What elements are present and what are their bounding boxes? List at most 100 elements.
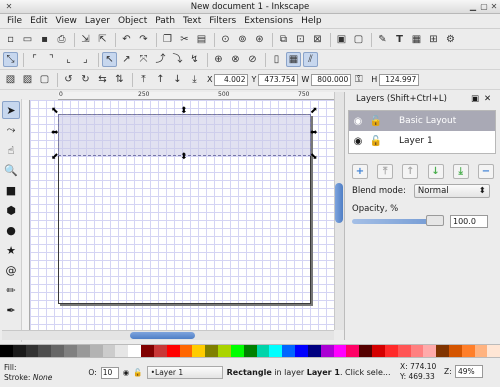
raise-icon[interactable]: ↑ xyxy=(153,72,168,87)
snap-path-icon[interactable]: ↗ xyxy=(119,52,134,67)
save-icon[interactable]: ▪ xyxy=(37,32,52,47)
rotate-ccw-icon[interactable]: ↺ xyxy=(61,72,76,87)
w-input[interactable]: 800.000 xyxy=(311,73,352,86)
snap-guide-icon[interactable]: ⫽ xyxy=(303,52,318,67)
palette-swatch[interactable] xyxy=(410,345,424,357)
cut-icon[interactable]: ✂ xyxy=(177,32,192,47)
palette-swatch[interactable] xyxy=(423,345,437,357)
palette-swatch[interactable] xyxy=(141,345,154,357)
y-input[interactable]: 473.754 xyxy=(258,73,299,86)
horizontal-scroll-thumb[interactable] xyxy=(130,332,195,339)
duplicate-icon[interactable]: ⧉ xyxy=(276,32,291,47)
tweak-tool-icon[interactable]: ☝ xyxy=(2,141,20,159)
palette-swatch[interactable] xyxy=(179,345,193,357)
lower-bottom-icon[interactable]: ⤓ xyxy=(187,72,202,87)
menu-edit[interactable]: Edit xyxy=(26,14,51,29)
palette-swatch[interactable] xyxy=(166,345,180,357)
3d-box-tool-icon[interactable]: ⬢ xyxy=(2,201,20,219)
scale-handle-sw[interactable]: ⬋ xyxy=(51,153,59,162)
h-input[interactable]: 124.997 xyxy=(379,73,420,86)
preferences-icon[interactable]: ⚙ xyxy=(443,32,458,47)
text-font-icon[interactable]: T xyxy=(392,32,407,47)
selector-tool-icon[interactable]: ➤ xyxy=(2,101,20,119)
menu-view[interactable]: View xyxy=(52,14,81,29)
vertical-scroll-thumb[interactable] xyxy=(335,183,343,223)
palette-swatch[interactable] xyxy=(102,345,116,357)
palette-swatch[interactable] xyxy=(474,345,488,357)
palette-swatch[interactable] xyxy=(295,345,308,357)
palette-swatch[interactable] xyxy=(230,345,244,357)
palette-swatch[interactable] xyxy=(64,345,77,357)
palette-swatch[interactable] xyxy=(436,345,449,357)
rotate-cw-icon[interactable]: ↻ xyxy=(78,72,93,87)
menu-object[interactable]: Object xyxy=(114,14,151,29)
new-document-icon[interactable]: ▫ xyxy=(3,32,18,47)
layer-raise-icon[interactable]: ↑ xyxy=(402,164,419,179)
palette-swatch[interactable] xyxy=(384,345,398,357)
snap-text-icon[interactable]: ⊘ xyxy=(245,52,260,67)
palette-swatch[interactable] xyxy=(372,345,385,357)
select-all-icon[interactable]: ▧ xyxy=(3,72,18,87)
palette-swatch[interactable] xyxy=(128,345,142,357)
snap-smooth-icon[interactable]: ⤵ xyxy=(170,52,185,67)
palette-swatch[interactable] xyxy=(333,345,347,357)
drawing-canvas[interactable]: ⬉ ⬍ ⬈ ⬌ ⬌ ⬋ ⬍ ⬊ xyxy=(30,100,334,330)
palette-swatch[interactable] xyxy=(12,345,26,357)
palette-swatch[interactable] xyxy=(76,345,90,357)
scale-handle-ne[interactable]: ⬈ xyxy=(310,107,318,116)
scale-handle-nw[interactable]: ⬉ xyxy=(51,107,59,116)
palette-swatch[interactable] xyxy=(397,345,411,357)
snap-grid-icon[interactable]: ▦ xyxy=(286,52,301,67)
layer-row[interactable]: ◉ 🔓 Basic Layout xyxy=(349,111,495,131)
rectangle-tool-icon[interactable]: ■ xyxy=(2,181,20,199)
opacity-slider-handle[interactable] xyxy=(426,215,444,226)
palette-swatch[interactable] xyxy=(282,345,296,357)
palette-swatch[interactable] xyxy=(320,345,334,357)
maximize-icon[interactable]: ▢ xyxy=(479,2,489,12)
palette-swatch[interactable] xyxy=(38,345,52,357)
zoom-tool-icon[interactable]: 🔍 xyxy=(2,161,20,179)
add-layer-icon[interactable]: + xyxy=(352,164,368,179)
lower-icon[interactable]: ↓ xyxy=(170,72,185,87)
pencil-tool-icon[interactable]: ✏ xyxy=(2,281,20,299)
dock-iconify-icon[interactable]: ▣ xyxy=(471,92,479,106)
minimize-icon[interactable]: ▁ xyxy=(468,2,478,12)
palette-swatch[interactable] xyxy=(256,345,270,357)
snap-bbox-edge-icon[interactable]: ⌝ xyxy=(44,52,59,67)
zoom-drawing-icon[interactable]: ⊚ xyxy=(235,32,250,47)
dock-close-icon[interactable]: ✕ xyxy=(484,92,491,106)
snap-cusp-icon[interactable]: ⤴ xyxy=(153,52,168,67)
group-icon[interactable]: ▣ xyxy=(334,32,349,47)
snap-toggle-icon[interactable]: ⤡ xyxy=(3,52,18,67)
flip-horizontal-icon[interactable]: ⇆ xyxy=(95,72,110,87)
snap-nodes-icon[interactable]: ↖ xyxy=(102,52,117,67)
deselect-icon[interactable]: ▢ xyxy=(37,72,52,87)
remove-layer-icon[interactable]: − xyxy=(477,164,494,179)
paste-icon[interactable]: ▤ xyxy=(194,32,209,47)
menu-filters[interactable]: Filters xyxy=(205,14,240,29)
scale-handle-e[interactable]: ⬌ xyxy=(310,129,318,138)
status-opacity-input[interactable]: 10 xyxy=(100,366,119,379)
palette-swatch[interactable] xyxy=(218,345,231,357)
menu-text[interactable]: Text xyxy=(179,14,205,29)
palette-swatch[interactable] xyxy=(269,345,283,357)
palette-swatch[interactable] xyxy=(153,345,167,357)
palette-swatch[interactable] xyxy=(115,345,129,357)
select-all-layers-icon[interactable]: ▨ xyxy=(20,72,35,87)
current-layer-select[interactable]: •Layer 1 xyxy=(146,366,223,379)
opacity-input[interactable]: 100.0 xyxy=(450,215,488,228)
snap-rotation-icon[interactable]: ⊗ xyxy=(228,52,243,67)
scale-handle-n[interactable]: ⬍ xyxy=(180,107,188,116)
blend-mode-select[interactable]: Normal ⬍ xyxy=(413,184,490,198)
snap-page-icon[interactable]: ▯ xyxy=(269,52,284,67)
print-icon[interactable]: ⎙ xyxy=(54,32,69,47)
zoom-page-icon[interactable]: ⊛ xyxy=(252,32,267,47)
xml-editor-icon[interactable]: ▦ xyxy=(409,32,424,47)
snap-midpoint-icon[interactable]: ↯ xyxy=(187,52,202,67)
palette-swatch[interactable] xyxy=(192,345,206,357)
redo-icon[interactable]: ↷ xyxy=(136,32,151,47)
menu-help[interactable]: Help xyxy=(297,14,326,29)
layer-lock-icon[interactable]: 🔓 xyxy=(133,368,142,377)
palette-swatch[interactable] xyxy=(307,345,321,357)
layer-bottom-icon[interactable]: ⤓ xyxy=(452,164,469,179)
